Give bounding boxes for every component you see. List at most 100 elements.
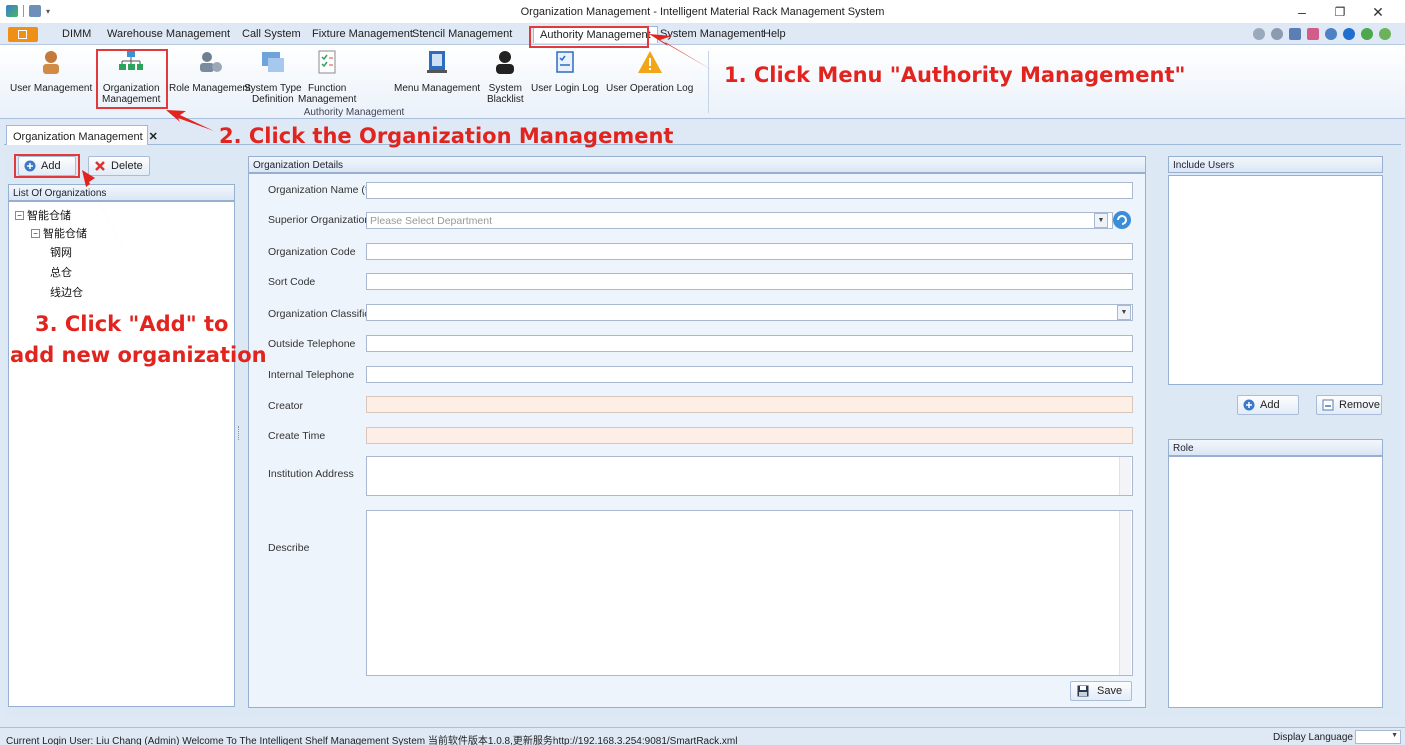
institution-address-field[interactable] bbox=[366, 456, 1133, 496]
add-icon bbox=[1243, 399, 1255, 411]
save-icon bbox=[1077, 685, 1089, 697]
describe-scrollbar[interactable] bbox=[1119, 511, 1131, 675]
superior-org-label: Superior Organization bbox=[268, 214, 368, 226]
internal-telephone-label: Internal Telephone bbox=[268, 369, 355, 381]
menu-system-management[interactable]: System Management bbox=[660, 28, 764, 40]
calendar-icon[interactable] bbox=[1289, 28, 1301, 40]
annotation-step3-line2: add new organization bbox=[10, 343, 267, 367]
address-scrollbar[interactable] bbox=[1119, 457, 1131, 495]
tree-child-label: 智能仓储 bbox=[43, 228, 87, 240]
settings-icon[interactable] bbox=[1271, 28, 1283, 40]
describe-label: Describe bbox=[268, 542, 310, 554]
organization-tree bbox=[8, 201, 235, 707]
language-dropdown-icon[interactable]: ▼ bbox=[1391, 732, 1398, 739]
outside-telephone-label: Outside Telephone bbox=[268, 338, 356, 350]
tree-leaf[interactable]: 总仓 bbox=[50, 264, 72, 280]
tab-organization-management[interactable]: Organization Management ✕ bbox=[6, 125, 158, 145]
status-text: Current Login User: Liu Chang (Admin) We… bbox=[6, 736, 738, 745]
remove-icon bbox=[1322, 399, 1334, 411]
application-menu-button[interactable] bbox=[8, 27, 38, 42]
highlight-authority-menu bbox=[529, 26, 649, 48]
delete-organization-button[interactable]: Delete bbox=[88, 156, 150, 176]
display-language-select[interactable]: ▼ bbox=[1355, 730, 1401, 744]
ribbon-system-blacklist[interactable]: System Blacklist bbox=[487, 49, 524, 105]
close-window-button[interactable]: ✕ bbox=[1360, 2, 1396, 22]
ribbon-role-management-label: Role Management bbox=[169, 83, 251, 94]
ribbon-system-type-definition[interactable]: System Type Definition bbox=[244, 49, 302, 105]
ribbon-blacklist-label-line2: Blacklist bbox=[487, 94, 524, 105]
menu-call-system[interactable]: Call System bbox=[242, 28, 301, 40]
tree-leaf[interactable]: 钢网 bbox=[50, 244, 72, 260]
ribbon-role-management[interactable]: Role Management bbox=[169, 49, 251, 94]
collapse-ribbon-icon[interactable] bbox=[1253, 28, 1265, 40]
tree-leaf-label: 线边仓 bbox=[50, 287, 83, 299]
add-user-button[interactable]: Add bbox=[1237, 395, 1299, 415]
superior-org-select[interactable]: Please Select Department bbox=[366, 212, 1113, 229]
tree-collapse-icon[interactable]: − bbox=[31, 229, 40, 238]
role-header: Role bbox=[1168, 439, 1383, 456]
remove-user-label: Remove bbox=[1339, 399, 1380, 411]
institution-address-label: Institution Address bbox=[268, 468, 354, 480]
organization-list-header: List Of Organizations bbox=[8, 184, 235, 201]
ribbon-user-management[interactable]: User Management bbox=[10, 49, 92, 94]
outside-telephone-field[interactable] bbox=[366, 335, 1133, 352]
tree-collapse-icon[interactable]: − bbox=[15, 211, 24, 220]
highlight-add-button bbox=[14, 154, 80, 178]
menu-bar: DIMM Warehouse Management Call System Fi… bbox=[0, 24, 1405, 45]
grid-icon[interactable] bbox=[1307, 28, 1319, 40]
refresh-icon[interactable] bbox=[1379, 28, 1391, 40]
title-bar: ▾ Organization Management - Intelligent … bbox=[0, 0, 1405, 24]
ribbon-blacklist-label-line1: System bbox=[488, 83, 523, 94]
org-name-field[interactable] bbox=[366, 182, 1133, 199]
ribbon-group-separator bbox=[708, 51, 709, 113]
annotation-step1: 1. Click Menu "Authority Management" bbox=[724, 63, 1186, 87]
role-list bbox=[1168, 456, 1383, 708]
ribbon-user-operation-log[interactable]: User Operation Log bbox=[606, 49, 693, 94]
ribbon-function-management[interactable]: Function Management bbox=[298, 49, 356, 105]
system-type-icon bbox=[261, 52, 284, 72]
menu-help[interactable]: Help bbox=[763, 28, 786, 40]
sort-code-field[interactable] bbox=[366, 273, 1133, 290]
restore-button[interactable]: ❐ bbox=[1322, 2, 1358, 22]
splitter-handle[interactable] bbox=[238, 426, 241, 440]
ribbon-systype-label-line2: Definition bbox=[251, 94, 294, 105]
classification-dropdown-icon[interactable]: ▼ bbox=[1117, 305, 1131, 320]
tree-leaf-label: 总仓 bbox=[50, 267, 72, 279]
ribbon-func-label-line2: Management bbox=[298, 94, 357, 105]
sort-code-label: Sort Code bbox=[268, 276, 316, 288]
internal-telephone-field[interactable] bbox=[366, 366, 1133, 383]
ribbon-user-login-log[interactable]: User Login Log bbox=[531, 49, 599, 94]
tree-node-root[interactable]: − 智能仓储 bbox=[15, 207, 71, 223]
tree-node-child[interactable]: − 智能仓储 bbox=[31, 225, 87, 241]
menu-book-icon bbox=[427, 51, 448, 73]
ribbon-systype-label-line1: System Type bbox=[244, 83, 302, 94]
user-icon bbox=[43, 51, 60, 74]
display-language-label: Display Language bbox=[1272, 732, 1353, 743]
remove-user-button[interactable]: Remove bbox=[1316, 395, 1382, 415]
info-icon[interactable] bbox=[1343, 28, 1355, 40]
org-classification-label: Organization Classification bbox=[268, 308, 368, 320]
highlight-organization-ribbon bbox=[96, 49, 168, 109]
org-code-field[interactable] bbox=[366, 243, 1133, 260]
role-icon bbox=[199, 52, 222, 72]
org-code-label: Organization Code bbox=[268, 246, 356, 258]
minimize-button[interactable]: – bbox=[1284, 2, 1320, 22]
refresh-department-icon[interactable] bbox=[1112, 210, 1132, 230]
tab-close-icon[interactable]: ✕ bbox=[149, 131, 158, 143]
menu-warehouse-management[interactable]: Warehouse Management bbox=[107, 28, 230, 40]
menu-right-toolbar bbox=[1253, 28, 1391, 40]
menu-fixture-management[interactable]: Fixture Management bbox=[312, 28, 413, 40]
tree-leaf[interactable]: 线边仓 bbox=[50, 284, 83, 300]
menu-stencil-management[interactable]: Stencil Management bbox=[412, 28, 512, 40]
org-classification-select[interactable] bbox=[366, 304, 1133, 321]
ribbon-menu-management-label: Menu Management bbox=[394, 83, 481, 94]
ribbon-authority-management: User Management Organization Management … bbox=[0, 45, 1405, 119]
organization-details-header: Organization Details bbox=[248, 156, 1146, 173]
menu-dimm[interactable]: DIMM bbox=[62, 28, 91, 40]
ribbon-menu-management[interactable]: Menu Management bbox=[394, 49, 480, 94]
describe-field[interactable] bbox=[366, 510, 1133, 676]
superior-org-dropdown-icon[interactable]: ▼ bbox=[1094, 213, 1108, 228]
users-icon[interactable] bbox=[1325, 28, 1337, 40]
leaf-icon[interactable] bbox=[1361, 28, 1373, 40]
save-button[interactable]: Save bbox=[1070, 681, 1132, 701]
